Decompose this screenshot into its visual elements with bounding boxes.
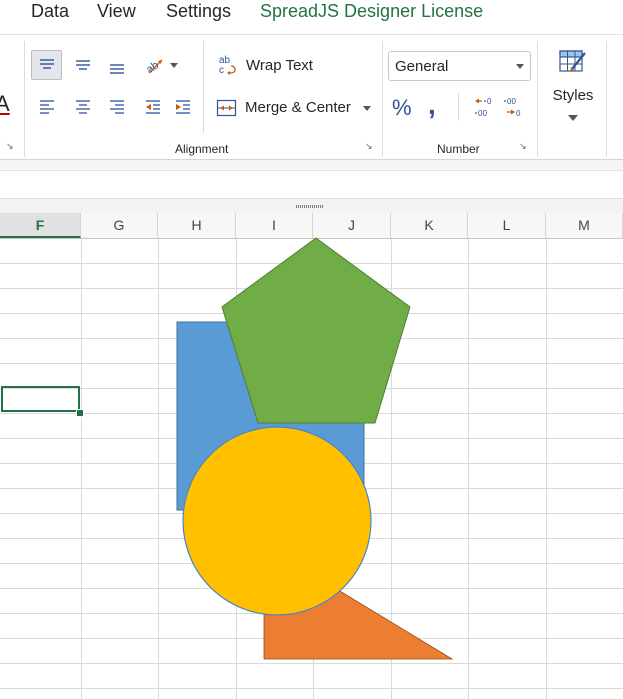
menu-data[interactable]: Data	[31, 0, 69, 22]
wrap-text-icon: ab c	[219, 55, 236, 76]
align-right-icon	[109, 100, 124, 114]
font-color-button[interactable]: A	[0, 91, 10, 117]
orientation-button[interactable]: ab	[139, 50, 183, 80]
chevron-down-icon	[516, 64, 524, 69]
circle-shape[interactable]	[182, 426, 372, 616]
align-left-button[interactable]	[31, 92, 62, 122]
align-top-icon	[39, 59, 54, 69]
svg-text:ab: ab	[144, 59, 161, 75]
chevron-down-icon	[568, 115, 578, 121]
group-divider	[24, 41, 25, 157]
group-divider	[537, 41, 538, 157]
alignment-launcher-icon[interactable]: ↘	[365, 141, 375, 151]
menu-license[interactable]: SpreadJS Designer License	[260, 0, 483, 22]
number-group-label: Number	[437, 142, 480, 156]
merge-center-label: Merge & Center	[245, 99, 351, 116]
column-header-l[interactable]: L	[468, 213, 546, 238]
align-right-button[interactable]	[101, 92, 132, 122]
svg-text:0: 0	[516, 109, 521, 118]
decrease-indent-button[interactable]	[137, 92, 168, 122]
number-format-value: General	[395, 58, 449, 75]
fill-handle[interactable]	[76, 409, 84, 417]
svg-text:c: c	[219, 65, 224, 76]
column-header-m[interactable]: M	[546, 213, 623, 238]
group-divider	[203, 41, 204, 133]
splitter-grip-icon[interactable]	[296, 205, 324, 208]
svg-text:00: 00	[478, 109, 487, 118]
column-header-g[interactable]: G	[81, 213, 158, 238]
align-center-button[interactable]	[67, 92, 98, 122]
column-header-h[interactable]: H	[158, 213, 236, 238]
chevron-down-icon	[170, 63, 178, 68]
align-bottom-button[interactable]	[101, 52, 132, 82]
number-launcher-icon[interactable]: ↘	[519, 141, 529, 151]
styles-button[interactable]: Styles	[545, 45, 601, 135]
decrease-decimal-icon[interactable]: 00 0	[502, 96, 526, 120]
align-left-icon	[39, 100, 54, 114]
ribbon: A ↘ ab ab c Wrap Text Merge & Center Ali…	[0, 35, 623, 160]
increase-indent-button[interactable]	[167, 92, 198, 122]
styles-label: Styles	[552, 87, 594, 104]
menu-view[interactable]: View	[97, 0, 136, 22]
column-header-k[interactable]: K	[391, 213, 468, 238]
align-bottom-icon	[109, 64, 124, 74]
text-orientation-icon: ab	[144, 59, 163, 75]
cell-styles-icon	[559, 50, 586, 72]
number-divider	[458, 93, 459, 121]
formula-input[interactable]	[0, 170, 623, 199]
merge-center-icon	[216, 99, 237, 117]
menu-bar: Data View Settings SpreadJS Designer Lic…	[0, 0, 623, 34]
comma-style-button[interactable]: ,	[428, 89, 436, 121]
menu-settings[interactable]: Settings	[166, 0, 231, 22]
svg-text:0: 0	[487, 97, 492, 106]
increase-indent-icon	[175, 100, 190, 114]
wrap-text-label: Wrap Text	[246, 57, 313, 74]
percent-style-button[interactable]: %	[392, 95, 412, 121]
align-top-button[interactable]	[31, 50, 62, 80]
column-header-j[interactable]: J	[313, 213, 391, 238]
svg-text:00: 00	[507, 97, 516, 106]
number-format-select[interactable]: General	[388, 51, 531, 81]
column-header-f[interactable]: F	[0, 213, 81, 238]
font-group-launcher-icon[interactable]: ↘	[6, 141, 16, 151]
active-cell[interactable]	[1, 386, 80, 412]
align-middle-button[interactable]	[67, 50, 98, 80]
column-header-i[interactable]: I	[236, 213, 313, 238]
group-divider	[382, 41, 383, 157]
align-center-icon	[75, 100, 90, 114]
align-middle-icon	[75, 60, 90, 70]
group-divider	[606, 41, 607, 157]
alignment-group-label: Alignment	[175, 142, 229, 156]
increase-decimal-icon[interactable]: 0 00	[473, 96, 497, 120]
decrease-indent-icon	[145, 100, 160, 114]
merge-chevron-down-icon[interactable]	[362, 104, 372, 112]
